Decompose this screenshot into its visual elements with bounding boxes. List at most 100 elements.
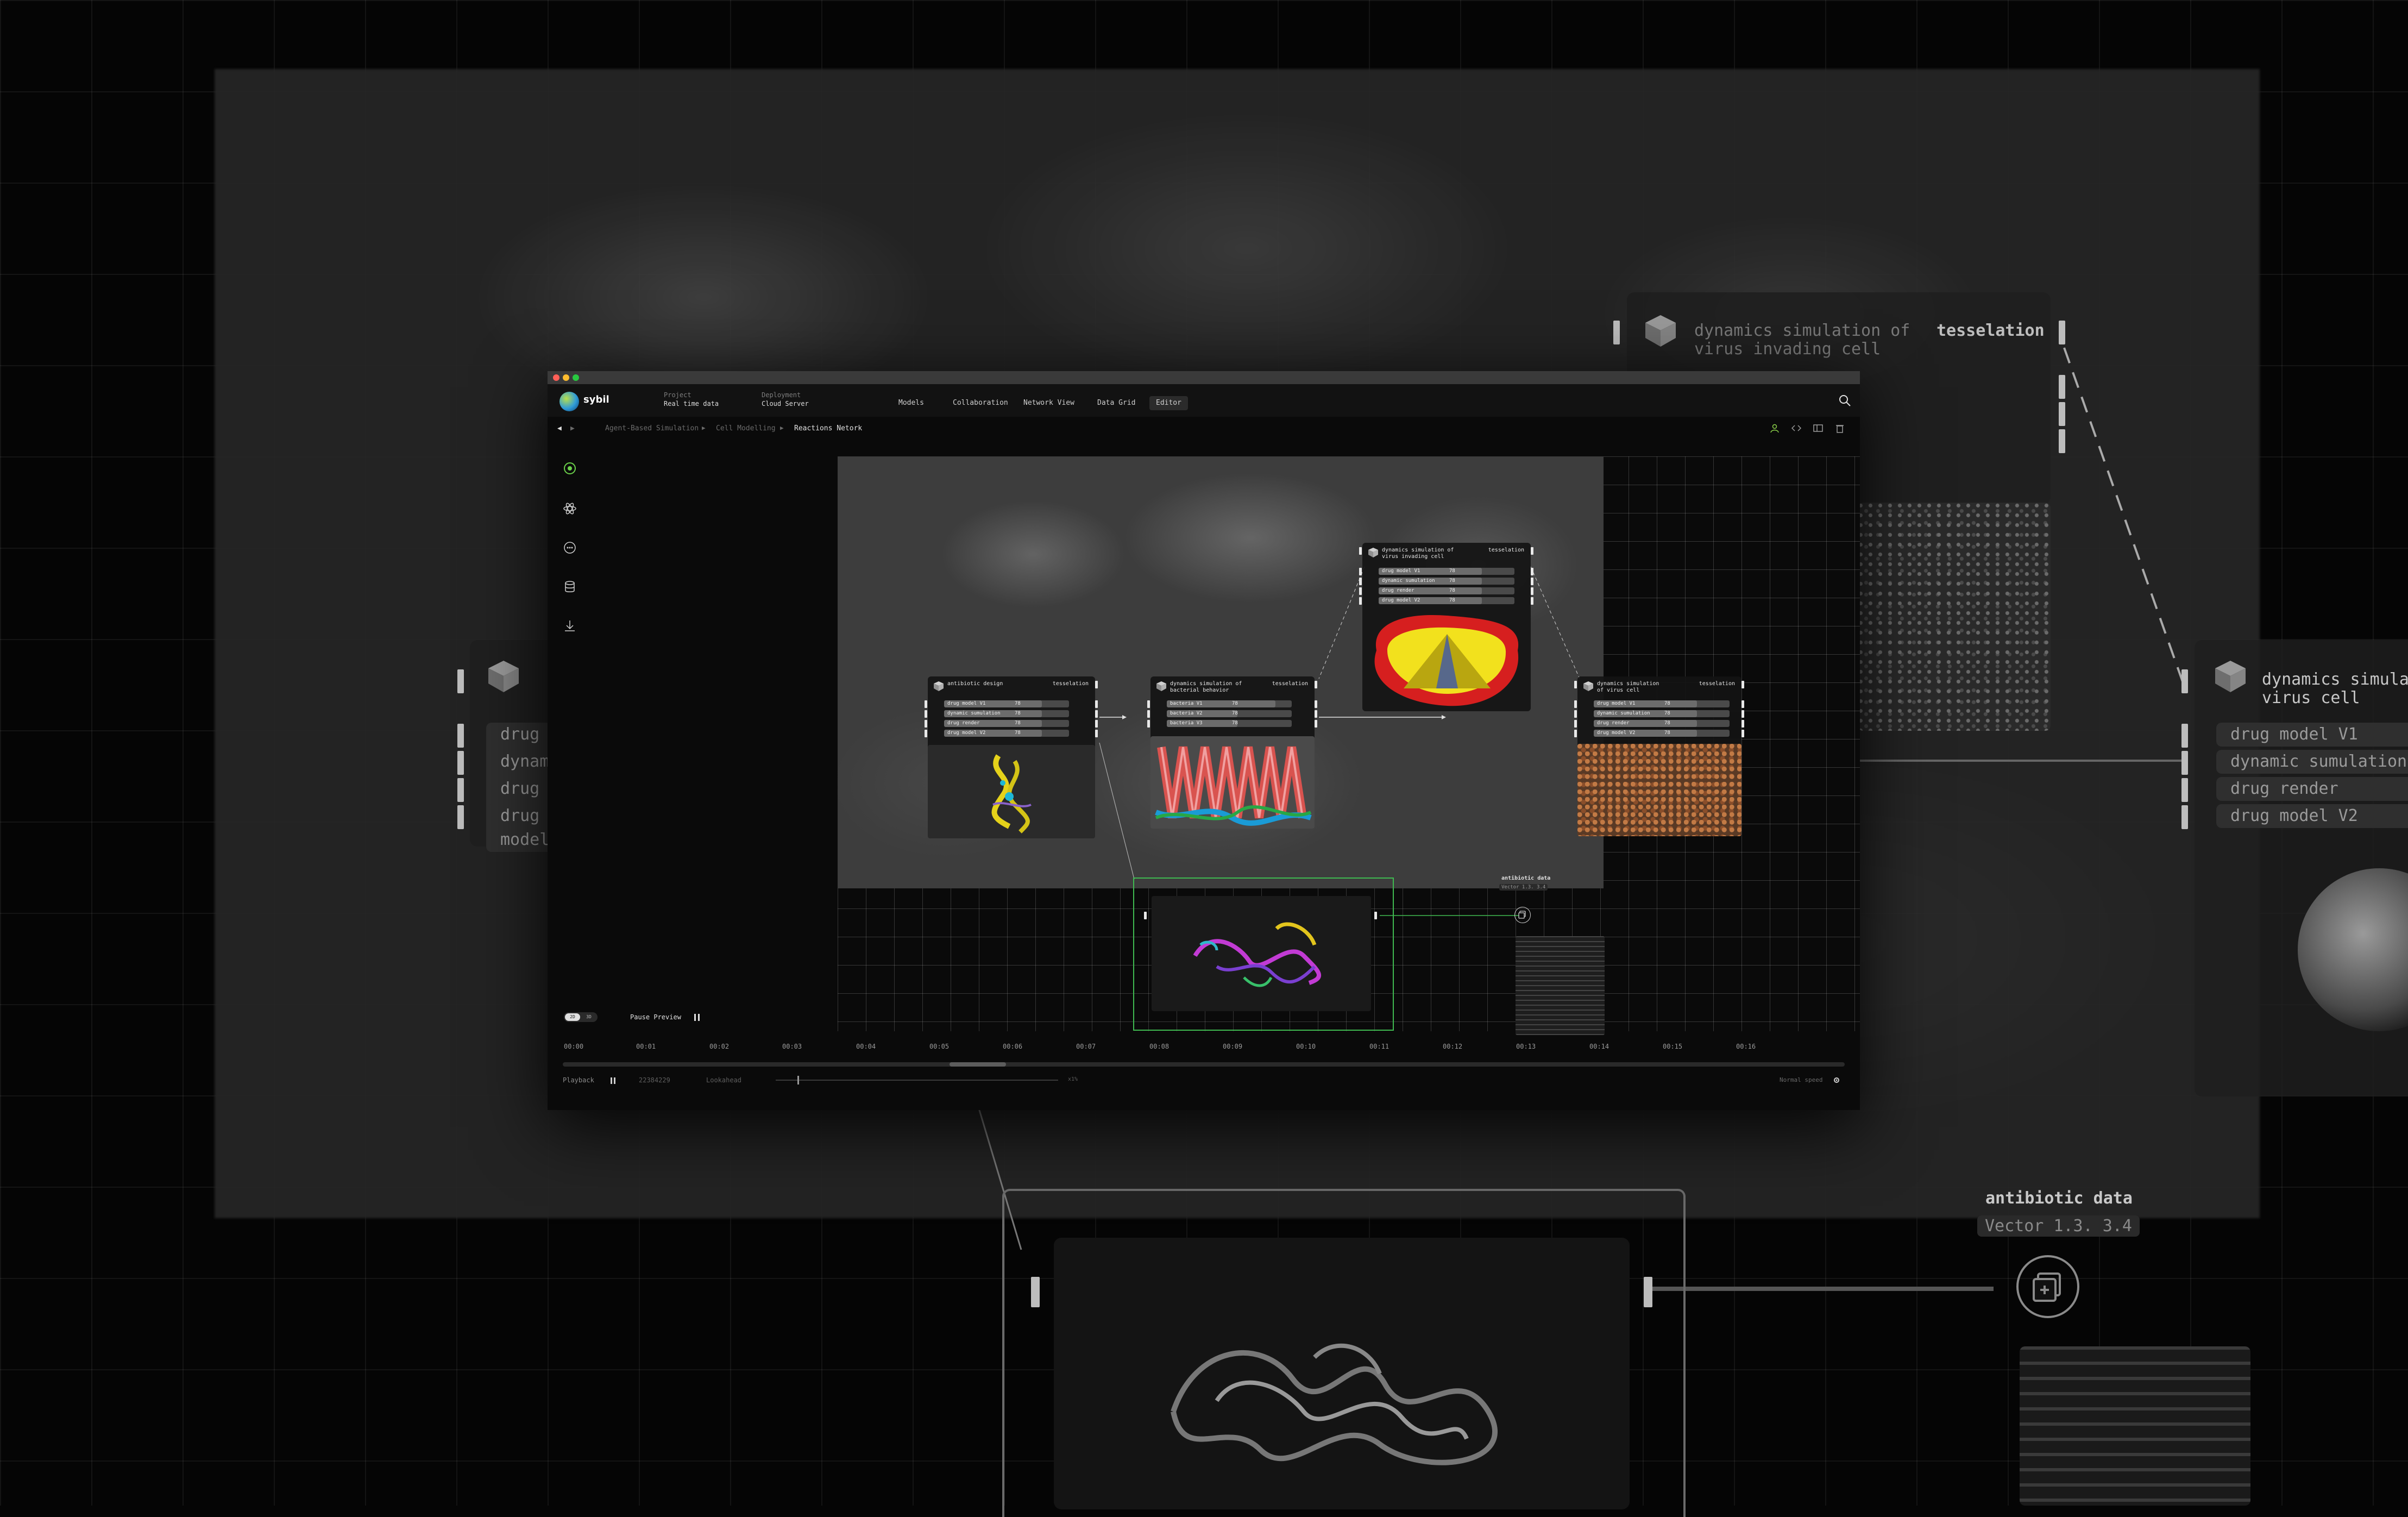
node-output-port[interactable] bbox=[1095, 720, 1098, 728]
param-value: 78 bbox=[1232, 711, 1238, 716]
node-title: antibiotic design bbox=[947, 681, 1003, 687]
bg-bar-drug-model-v1: drug model V1 bbox=[2216, 723, 2408, 747]
node-input-port[interactable] bbox=[1359, 578, 1362, 585]
timeline-tick: 00:09 bbox=[1223, 1043, 1243, 1050]
param-label: drug model V1 bbox=[947, 701, 986, 706]
param-label: bacteria V2 bbox=[1170, 711, 1203, 716]
bg-port bbox=[457, 724, 464, 748]
node-output-port[interactable] bbox=[1315, 700, 1317, 708]
node-input-port[interactable] bbox=[1574, 730, 1577, 737]
param-bar[interactable]: dynamic sumulation 78 bbox=[944, 710, 1069, 717]
node-input-port[interactable] bbox=[1574, 681, 1577, 688]
node-output-port[interactable] bbox=[1095, 700, 1098, 708]
param-bar[interactable]: drug render 78 bbox=[944, 720, 1069, 727]
node-output-port[interactable] bbox=[1095, 730, 1098, 737]
param-bar[interactable]: drug model V2 78 bbox=[944, 730, 1069, 737]
copy-data-button[interactable] bbox=[1514, 907, 1531, 923]
param-label: drug render bbox=[1382, 588, 1414, 593]
cube-icon bbox=[488, 661, 519, 692]
node-output-port[interactable] bbox=[1531, 547, 1533, 555]
bg-port bbox=[2059, 429, 2065, 453]
param-bar[interactable]: dynamic sumulation 78 bbox=[1379, 578, 1514, 585]
slider-handle[interactable] bbox=[797, 1076, 799, 1085]
node-thumbnail-virus-cell bbox=[1577, 744, 1741, 836]
param-value: 78 bbox=[1232, 701, 1238, 706]
pause-icon[interactable] bbox=[694, 1014, 700, 1021]
lookahead-slider[interactable] bbox=[776, 1076, 1058, 1085]
node-output-port[interactable] bbox=[1531, 568, 1533, 575]
bg-antibiotic-title: antibiotic data bbox=[1985, 1189, 2133, 1208]
node-input-port[interactable] bbox=[1147, 700, 1150, 708]
node-bacterial-behavior[interactable]: dynamics simulation of bacterial behavio… bbox=[1150, 676, 1315, 829]
antibiotic-data-table[interactable] bbox=[1516, 936, 1605, 1035]
node-output-port[interactable] bbox=[1374, 912, 1377, 919]
node-output-port[interactable] bbox=[1741, 730, 1744, 737]
param-bar[interactable]: drug model V2 78 bbox=[1379, 597, 1514, 604]
node-virus-cell[interactable]: dynamics simulation of virus cell tessel… bbox=[1577, 676, 1741, 836]
node-input-port[interactable] bbox=[1574, 700, 1577, 708]
param-bar[interactable]: bacteria V2 78 bbox=[1167, 710, 1292, 717]
param-value: 78 bbox=[1449, 588, 1455, 593]
param-bar[interactable]: drug render 78 bbox=[1379, 587, 1514, 594]
param-bar[interactable]: bacteria V3 78 bbox=[1167, 720, 1292, 727]
normal-speed-label[interactable]: Normal speed bbox=[1780, 1076, 1822, 1083]
node-output-port[interactable] bbox=[1741, 681, 1744, 688]
param-bar[interactable]: drug model V1 78 bbox=[944, 700, 1069, 707]
node-input-port[interactable] bbox=[1147, 710, 1150, 718]
node-output-port[interactable] bbox=[1315, 710, 1317, 718]
node-output-port[interactable] bbox=[1741, 710, 1744, 718]
bg-port bbox=[2181, 724, 2188, 748]
node-input-port[interactable] bbox=[925, 700, 927, 708]
toggle-3d[interactable]: 3D bbox=[581, 1013, 596, 1021]
node-output-port[interactable] bbox=[1095, 710, 1098, 718]
node-output-port[interactable] bbox=[1531, 578, 1533, 585]
gear-icon[interactable] bbox=[1833, 1076, 1840, 1084]
playback-pause-icon[interactable] bbox=[611, 1077, 615, 1084]
param-value: 78 bbox=[1664, 701, 1670, 706]
node-input-port[interactable] bbox=[1359, 597, 1362, 605]
param-bar[interactable]: drug model V2 78 bbox=[1594, 730, 1730, 737]
param-bar[interactable]: drug model V1 78 bbox=[1594, 700, 1730, 707]
cube-icon bbox=[1645, 315, 1676, 347]
param-bar[interactable]: drug model V1 78 bbox=[1379, 568, 1514, 575]
param-value: 78 bbox=[1449, 578, 1455, 584]
node-input-port[interactable] bbox=[1147, 720, 1150, 728]
bg-node-title: dynamics simulation of virus invading ce… bbox=[1694, 321, 1910, 359]
node-input-port[interactable] bbox=[1574, 710, 1577, 718]
node-output-port[interactable] bbox=[1741, 720, 1744, 728]
timeline-tick: 00:14 bbox=[1589, 1043, 1609, 1050]
node-input-port[interactable] bbox=[1574, 720, 1577, 728]
bg-antibiotic-subtitle: Vector 1.3. 3.4 bbox=[1977, 1215, 2140, 1237]
node-antibiotic-design[interactable]: antibiotic design tesselation drug model… bbox=[928, 676, 1095, 838]
timeline-tick: 00:15 bbox=[1663, 1043, 1683, 1050]
node-output-port[interactable] bbox=[1315, 720, 1317, 728]
node-output-port[interactable] bbox=[1531, 587, 1533, 595]
node-input-port[interactable] bbox=[925, 720, 927, 728]
param-label: drug model V2 bbox=[1597, 730, 1636, 736]
timeline-scrubber[interactable] bbox=[950, 1062, 1006, 1067]
node-output-port[interactable] bbox=[1741, 700, 1744, 708]
node-input-port[interactable] bbox=[1359, 568, 1362, 575]
cube-icon bbox=[1368, 548, 1378, 557]
bg-port bbox=[1644, 1277, 1652, 1307]
timeline-track[interactable] bbox=[563, 1062, 1845, 1067]
toggle-2d[interactable]: 2D bbox=[565, 1013, 580, 1021]
param-bar[interactable]: drug render 78 bbox=[1594, 720, 1730, 727]
node-input-port[interactable] bbox=[1144, 912, 1147, 919]
bg-node-title: dynamics simulation of virus cell bbox=[2262, 670, 2408, 707]
node-output-port[interactable] bbox=[1531, 597, 1533, 605]
bg-bar-dynamic-sim: dynamic sumulation bbox=[2216, 750, 2408, 774]
param-bar[interactable]: bacteria V1 78 bbox=[1167, 700, 1292, 707]
param-bar[interactable]: dynamic sumulation 78 bbox=[1594, 710, 1730, 717]
node-output-port[interactable] bbox=[1315, 681, 1317, 688]
node-output-port[interactable] bbox=[1095, 681, 1098, 688]
node-input-port[interactable] bbox=[925, 730, 927, 737]
node-input-port[interactable] bbox=[1359, 587, 1362, 595]
node-virus-invading-cell[interactable]: dynamics simulation of virus invading ce… bbox=[1362, 543, 1531, 711]
node-tag: tesselation bbox=[1699, 681, 1735, 687]
view-toggle[interactable]: 2D 3D bbox=[564, 1012, 598, 1022]
pause-preview-label[interactable]: Pause Preview bbox=[630, 1013, 681, 1021]
speed-hint: x1% bbox=[1068, 1076, 1078, 1082]
node-input-port[interactable] bbox=[925, 710, 927, 718]
node-input-port[interactable] bbox=[1359, 547, 1362, 555]
